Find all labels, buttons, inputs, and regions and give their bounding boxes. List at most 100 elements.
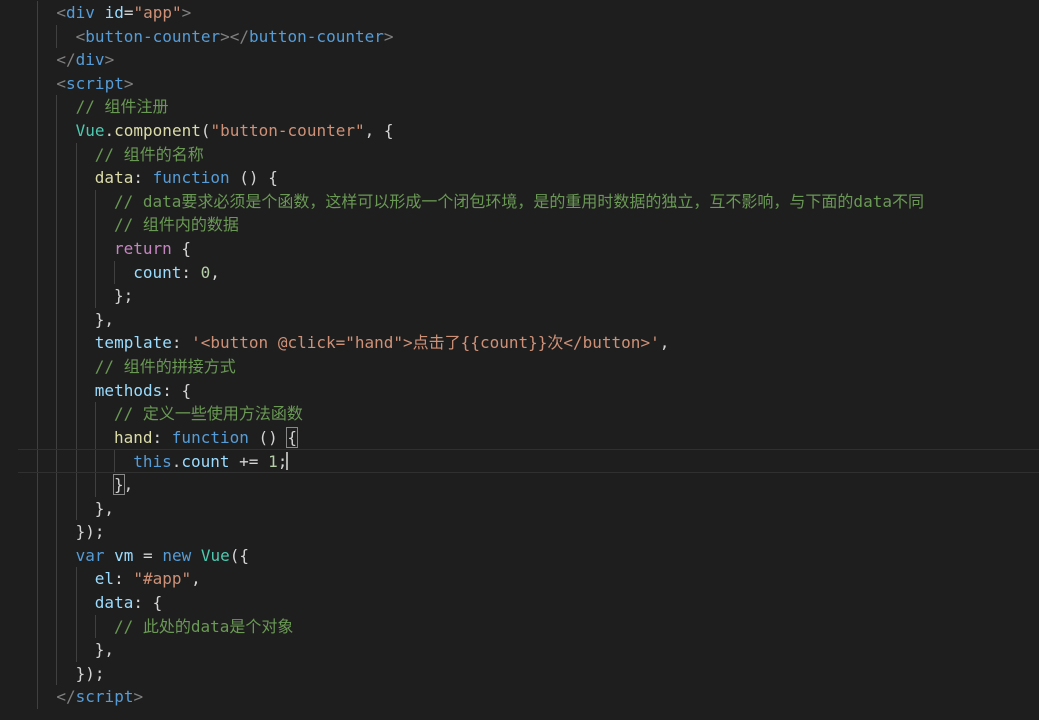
indent-guide	[56, 567, 58, 591]
code-token: 0	[200, 262, 211, 282]
code-token: script	[66, 73, 124, 93]
indent-guide	[37, 95, 39, 119]
code-token: button-counter	[85, 26, 221, 46]
code-token: Vue	[75, 121, 105, 140]
code-line[interactable]: <div id="app">	[0, 1, 1039, 25]
code-line-content: <div id="app">	[56, 1, 191, 25]
code-token: "app"	[133, 3, 182, 22]
indent-guide	[75, 189, 77, 214]
indent-guide	[94, 237, 96, 261]
code-line-content: el: "#app",	[95, 567, 201, 591]
code-editor[interactable]: <div id="app"> <button-counter></button-c…	[0, 0, 1039, 720]
code-token: function	[171, 427, 249, 447]
indent-guide	[37, 237, 39, 261]
code-line[interactable]: template: '<button @click="hand">点击了{{co…	[0, 331, 1039, 355]
code-line[interactable]: el: "#app",	[0, 567, 1039, 591]
code-line[interactable]: <button-counter></button-counter>	[0, 24, 1039, 49]
code-token: '<button @click="hand">点击了{{count}}次</bu…	[191, 333, 660, 353]
indent-guide	[94, 260, 96, 285]
code-token: : {	[162, 380, 192, 400]
code-line[interactable]: },	[0, 307, 1039, 332]
code-line[interactable]: <script>	[0, 71, 1039, 96]
code-line[interactable]: this.count += 1;	[18, 449, 1039, 473]
code-line-content: },	[95, 638, 114, 662]
code-line[interactable]: });	[0, 661, 1039, 686]
indent-guide	[37, 685, 39, 709]
code-token: data	[94, 593, 134, 612]
code-line[interactable]: return {	[0, 237, 1039, 261]
indent-guide	[56, 284, 58, 308]
code-token: >	[104, 50, 115, 70]
code-token: new	[162, 545, 192, 565]
text-cursor	[286, 452, 289, 471]
code-line-content: </div>	[56, 48, 114, 72]
code-token: // data要求必须是个函数，这样可以形成一个闭包环境，是的重用时数据的独立，…	[114, 191, 924, 211]
code-line-content: };	[114, 284, 133, 308]
code-line[interactable]: methods: {	[0, 378, 1039, 403]
code-token: count	[133, 262, 182, 282]
code-line-content: return {	[114, 237, 191, 261]
code-line[interactable]: data: {	[0, 591, 1039, 615]
indent-guide	[37, 71, 39, 96]
code-token: ></	[220, 26, 249, 46]
code-line-content: template: '<button @click="hand">点击了{{co…	[95, 331, 670, 355]
code-line-content: count: 0,	[133, 261, 220, 285]
indent-guide	[37, 450, 39, 472]
code-token: .	[171, 452, 182, 472]
code-line[interactable]: count: 0,	[0, 260, 1039, 285]
code-line-content: },	[95, 308, 114, 332]
indent-guide	[56, 189, 58, 214]
code-token: component	[114, 121, 201, 140]
code-line[interactable]: </div>	[0, 48, 1039, 72]
indent-guide	[56, 614, 58, 639]
code-token: :	[152, 427, 172, 447]
code-token: div	[66, 3, 95, 22]
indent-guide	[56, 307, 58, 332]
code-line[interactable]: var vm = new Vue({	[0, 543, 1039, 568]
code-line[interactable]: // 定义一些使用方法函数	[0, 402, 1039, 426]
indent-guide	[75, 331, 77, 355]
code-token: >	[123, 73, 134, 93]
indent-guide	[56, 166, 58, 190]
code-line-content: // 此处的data是个对象	[114, 615, 293, 639]
indent-guide	[56, 355, 58, 379]
code-line[interactable]: // 组件的拼接方式	[0, 355, 1039, 379]
indent-guide	[37, 402, 39, 426]
indent-guide	[56, 638, 58, 662]
code-line[interactable]: hand: function () {	[0, 425, 1039, 450]
code-line[interactable]: data: function () {	[0, 166, 1039, 190]
indent-guide	[75, 496, 77, 521]
code-line[interactable]: Vue.component("button-counter", {	[0, 119, 1039, 143]
indent-guide	[94, 614, 96, 639]
code-line[interactable]: },	[0, 496, 1039, 521]
indent-guide	[37, 307, 39, 332]
indent-guide	[37, 1, 39, 25]
code-line[interactable]: },	[0, 638, 1039, 662]
indent-guide	[37, 520, 39, 544]
indent-guide	[37, 166, 39, 190]
code-line-content: <script>	[56, 72, 133, 96]
code-line[interactable]: // 组件内的数据	[0, 213, 1039, 237]
indent-guide	[75, 567, 77, 591]
code-line[interactable]: // 此处的data是个对象	[0, 614, 1039, 639]
code-token: :	[114, 569, 134, 589]
code-token: >	[133, 687, 144, 707]
indent-guide	[37, 48, 39, 72]
code-line[interactable]: // data要求必须是个函数，这样可以形成一个闭包环境，是的重用时数据的独立，…	[0, 189, 1039, 214]
code-token: <	[75, 26, 86, 46]
indent-guide	[75, 638, 77, 662]
code-line-content: Vue.component("button-counter", {	[76, 119, 394, 143]
indent-guide	[37, 591, 39, 615]
indent-guide	[37, 24, 39, 49]
indent-guide	[114, 260, 115, 285]
code-token: <	[56, 3, 67, 22]
code-line[interactable]: </script>	[0, 685, 1039, 709]
code-token: button-counter	[249, 26, 384, 46]
code-line[interactable]: },	[0, 473, 1039, 497]
indent-guide	[75, 284, 77, 308]
code-token: .	[104, 121, 115, 140]
code-line[interactable]: });	[0, 520, 1039, 544]
code-line[interactable]: };	[0, 284, 1039, 308]
code-line[interactable]: // 组件注册	[0, 95, 1039, 119]
code-line[interactable]: // 组件的名称	[0, 142, 1039, 167]
